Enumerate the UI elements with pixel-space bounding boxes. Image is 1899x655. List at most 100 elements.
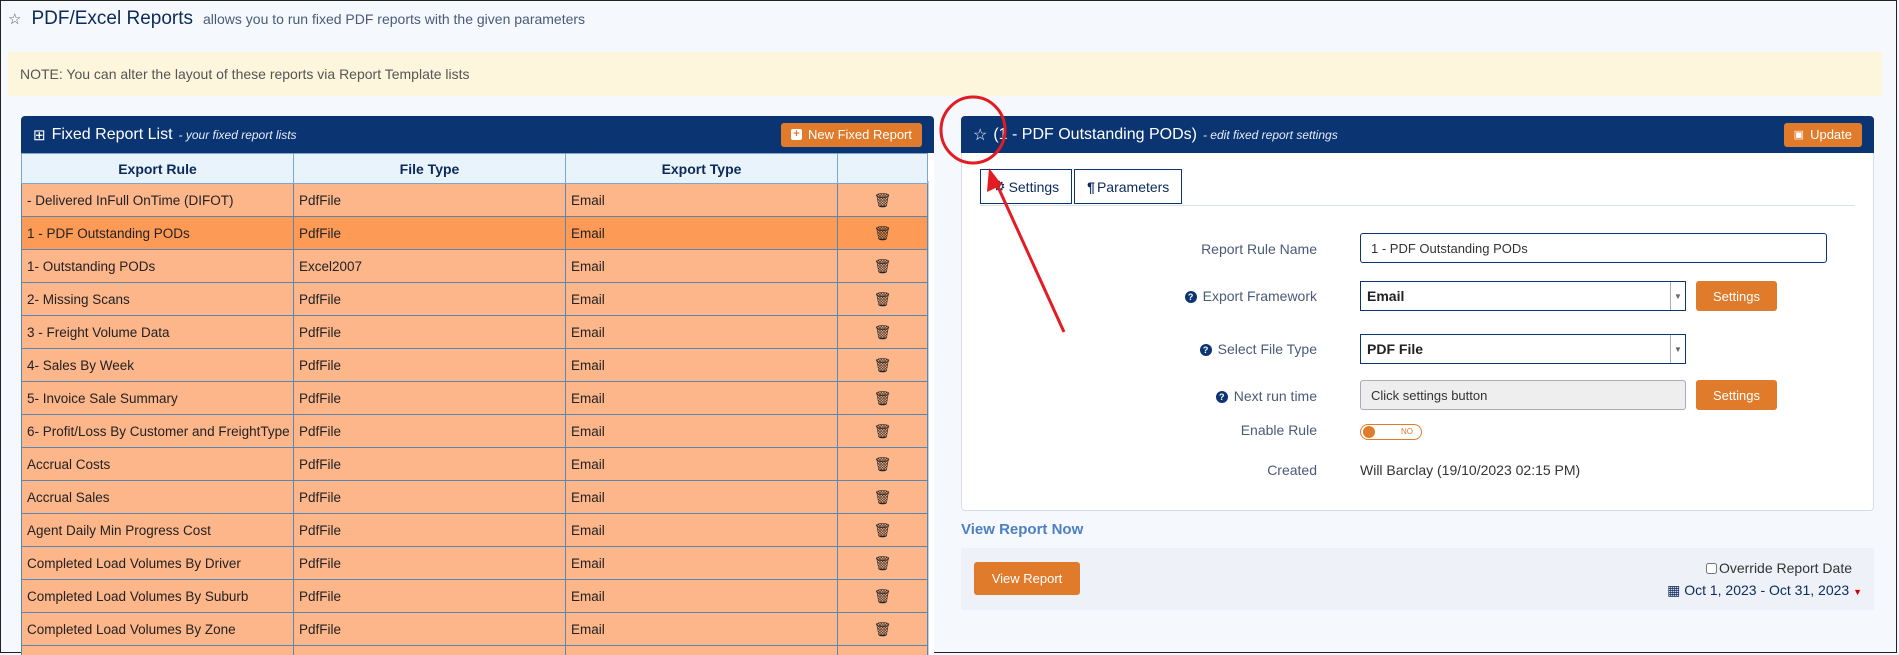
cell-file: PdfFile [293, 414, 566, 448]
table-row[interactable]: 1 - PDF Outstanding PODs PdfFile Email 🗑 [21, 216, 928, 250]
cell-export [565, 645, 838, 655]
table-row[interactable]: Completed Load Volumes By Suburb PdfFile E… [21, 579, 928, 613]
update-label: Update [1810, 127, 1852, 142]
override-date-checkbox[interactable] [1705, 563, 1717, 574]
cell-rule: 5- Invoice Sale Summary [21, 381, 294, 415]
tab-settings[interactable]: ⚙ Settings [980, 169, 1073, 204]
cell-file: PdfFile [293, 480, 566, 514]
export-framework-select[interactable]: Email ▼ [1360, 281, 1686, 311]
table-row[interactable]: 3 - Freight Volume Data PdfFile Email 🗑 [21, 315, 928, 349]
column-header-actions [837, 153, 928, 184]
edit-report-panel: ☆ (1 - PDF Outstanding PODs) - edit fixe… [961, 116, 1874, 511]
trash-icon[interactable]: 🗑 [874, 556, 892, 572]
cell-file: PdfFile [293, 315, 566, 349]
table-row[interactable]: Agent Daily Min Progress Cost PdfFile Emai… [21, 513, 928, 547]
report-table: Export Rule File Type Export Type - Deli… [21, 153, 928, 655]
note-banner: NOTE: You can alter the layout of these … [8, 52, 1882, 96]
table-row[interactable]: 2- Missing Scans PdfFile Email 🗑 [21, 282, 928, 316]
trash-icon[interactable]: 🗑 [874, 193, 892, 209]
table-header-row: Export Rule File Type Export Type [21, 153, 928, 184]
star-icon[interactable]: ☆ [8, 10, 21, 28]
trash-icon[interactable]: 🗑 [874, 424, 892, 440]
cell-rule: Completed Load Volumes By Suburb [21, 579, 294, 613]
cell-export: Email [565, 414, 838, 448]
panel-subtitle: - your fixed report lists [178, 127, 297, 142]
trash-icon[interactable]: 🗑 [874, 622, 892, 638]
delete-cell: 🗑 [837, 414, 928, 448]
help-icon[interactable]: ? [1215, 391, 1228, 403]
trash-icon[interactable]: 🗑 [874, 325, 892, 341]
column-header-export-rule[interactable]: Export Rule [21, 153, 294, 184]
table-row[interactable] [21, 645, 928, 655]
table-row[interactable]: 6- Profit/Loss By Customer and FreightTy… [21, 414, 928, 448]
table-icon: ⊞ [33, 126, 46, 144]
toggle-knob [1363, 426, 1375, 438]
cell-rule: 1 - PDF Outstanding PODs [21, 216, 294, 250]
cell-file: PdfFile [293, 381, 566, 415]
update-button[interactable]: ▣ Update [1783, 122, 1862, 147]
column-header-export-type[interactable]: Export Type [565, 153, 838, 184]
framework-settings-button[interactable]: Settings [1696, 281, 1777, 311]
panel-title: Fixed Report List [51, 125, 173, 143]
table-row[interactable]: Completed Load Volumes By Zone PdfFile Ema… [21, 612, 928, 646]
table-scrollbar[interactable] [928, 181, 934, 655]
cell-rule: Completed Load Volumes By Driver [21, 546, 294, 580]
file-type-select[interactable]: PDF File ▼ [1360, 334, 1686, 364]
calendar-icon: ▦ [1667, 582, 1681, 598]
cell-file [293, 645, 566, 655]
plus-icon: + [790, 129, 802, 140]
delete-cell: 🗑 [837, 216, 928, 250]
cell-rule: 4- Sales By Week [21, 348, 294, 382]
cell-export: Email [565, 282, 838, 316]
column-header-file-type[interactable]: File Type [293, 153, 566, 184]
table-row[interactable]: Completed Load Volumes By Driver PdfFile E… [21, 546, 928, 580]
chevron-down-icon: ▼ [1670, 282, 1685, 310]
trash-icon[interactable]: 🗑 [874, 391, 892, 407]
delete-cell: 🗑 [837, 480, 928, 514]
table-row[interactable]: 5- Invoice Sale Summary PdfFile Email 🗑 [21, 381, 928, 415]
cell-rule: 6- Profit/Loss By Customer and FreightTy… [21, 414, 294, 448]
star-icon[interactable]: ☆ [973, 125, 987, 145]
delete-cell: 🗑 [837, 612, 928, 646]
trash-icon[interactable]: 🗑 [874, 226, 892, 242]
trash-icon[interactable]: 🗑 [874, 358, 892, 374]
cell-export: Email [565, 348, 838, 382]
date-range-value: Oct 1, 2023 - Oct 31, 2023 [1684, 582, 1850, 598]
date-range-picker[interactable]: ▦ Oct 1, 2023 - Oct 31, 2023 ▼ [1667, 582, 1862, 599]
cell-file: PdfFile [293, 216, 566, 250]
next-run-input: Click settings button [1360, 380, 1686, 410]
table-row[interactable]: 1- Outstanding PODs Excel2007 Email 🗑 [21, 249, 928, 283]
tab-divider [980, 205, 1855, 206]
view-report-button[interactable]: View Report [974, 562, 1080, 595]
help-icon[interactable]: ? [1184, 291, 1197, 303]
enable-rule-toggle[interactable]: NO [1360, 424, 1422, 440]
trash-icon[interactable]: 🗑 [874, 490, 892, 506]
cell-rule: 2- Missing Scans [21, 282, 294, 316]
new-fixed-report-button[interactable]: + New Fixed Report [780, 122, 922, 147]
tab-bar: ⚙ Settings ¶ Parameters [980, 169, 1183, 204]
table-row[interactable]: - Delivered InFull OnTime (DIFOT) PdfFile… [21, 183, 928, 217]
delete-cell [837, 645, 928, 655]
page-subtitle: allows you to run fixed PDF reports with… [203, 11, 586, 27]
view-report-heading: View Report Now [961, 521, 1084, 538]
override-date: Override Report Date [1705, 560, 1852, 576]
page-header: ☆ PDF/Excel Reports allows you to run fi… [8, 8, 585, 38]
delete-cell: 🗑 [837, 513, 928, 547]
trash-icon[interactable]: 🗑 [874, 457, 892, 473]
delete-cell: 🗑 [837, 282, 928, 316]
trash-icon[interactable]: 🗑 [874, 523, 892, 539]
trash-icon[interactable]: 🗑 [874, 292, 892, 308]
next-run-label: ? Next run time [1017, 388, 1317, 404]
table-row[interactable]: Accrual Costs PdfFile Email 🗑 [21, 447, 928, 481]
next-run-settings-button[interactable]: Settings [1696, 380, 1777, 410]
delete-cell: 🗑 [837, 249, 928, 283]
delete-cell: 🗑 [837, 546, 928, 580]
tab-parameters[interactable]: ¶ Parameters [1074, 169, 1183, 204]
rule-name-label: Report Rule Name [1201, 241, 1317, 257]
trash-icon[interactable]: 🗑 [874, 589, 892, 605]
table-row[interactable]: Accrual Sales PdfFile Email 🗑 [21, 480, 928, 514]
table-row[interactable]: 4- Sales By Week PdfFile Email 🗑 [21, 348, 928, 382]
help-icon[interactable]: ? [1199, 344, 1212, 356]
rule-name-input[interactable]: 1 - PDF Outstanding PODs [1360, 233, 1827, 263]
trash-icon[interactable]: 🗑 [874, 259, 892, 275]
